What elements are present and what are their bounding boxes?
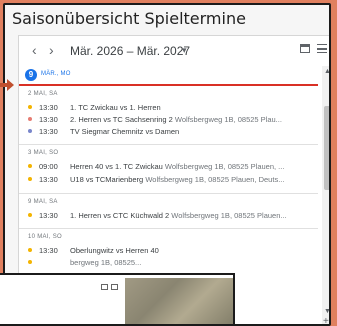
event-time: 13:30 <box>39 211 58 220</box>
day-header: 3 MAI, SO <box>28 150 59 156</box>
today-marker: 9 MÄR., MO <box>19 69 329 81</box>
window-icon[interactable] <box>111 284 118 290</box>
list-item[interactable]: 13:30 Oberlungwitz vs Herren 40 <box>28 245 318 256</box>
event-color-dot <box>28 177 32 181</box>
day-header: 9 MAI, SA <box>28 199 58 205</box>
event-color-dot <box>28 117 32 121</box>
list-item[interactable]: bergweg 1B, 08525... <box>28 257 318 268</box>
event-color-dot <box>28 260 32 264</box>
chevron-right-icon[interactable]: › <box>49 43 54 57</box>
list-item[interactable]: 13:30 U18 vs TCMarienberg Wolfsbergweg 1… <box>28 174 318 185</box>
scroll-up-icon[interactable]: ▲ <box>324 68 329 75</box>
add-event-button[interactable]: + <box>323 316 329 324</box>
list-item[interactable]: 09:00 Herren 40 vs 1. TC Zwickau Wolfsbe… <box>28 161 318 172</box>
event-time: 09:00 <box>39 162 58 171</box>
panel-title: Saisonübersicht Spieltermine <box>12 9 246 28</box>
day-header: 2 MAI, SA <box>28 91 58 97</box>
event-location: Wolfsbergweg 1B, 08525 Plau... <box>174 115 282 124</box>
event-title: 1. TC Zwickau vs 1. Herren <box>70 103 161 112</box>
day-divider <box>19 228 318 229</box>
event-location: bergweg 1B, 08525... <box>70 258 142 267</box>
scroll-down-icon[interactable]: ▼ <box>324 308 329 315</box>
today-date-badge: 9 <box>25 69 37 81</box>
event-color-dot <box>28 248 32 252</box>
scrollbar[interactable]: ▲ ▼ + <box>322 66 329 324</box>
event-time: 13:30 <box>39 127 58 136</box>
today-label: MÄR., MO <box>41 71 71 77</box>
event-location: Wolfsbergweg 1B, 08525 Plauen... <box>171 211 287 220</box>
event-title: Herren 40 vs 1. TC Zwickau <box>70 162 163 171</box>
now-indicator-line <box>19 84 318 86</box>
chevron-left-icon[interactable]: ‹ <box>32 43 37 57</box>
event-time: 13:30 <box>39 103 58 112</box>
event-color-dot <box>28 129 32 133</box>
photo-thumbnail <box>125 278 233 324</box>
event-title: 2. Herren vs TC Sachsenring 2 <box>70 115 173 124</box>
event-location: Wolfsbergweg 1B, 08525 Plauen, ... <box>164 162 285 171</box>
day-header: 10 MAI, SO <box>28 234 63 240</box>
calendar-toolbar: ‹ › Mär. 2026 – Mär. 2027 ▾ <box>19 36 329 66</box>
event-title: U18 vs TCMarienberg <box>70 175 144 184</box>
event-title: Oberlungwitz vs Herren 40 <box>70 246 159 255</box>
overlay-window <box>0 273 235 326</box>
event-time: 13:30 <box>39 115 58 124</box>
day-divider <box>19 193 318 194</box>
list-view-icon[interactable] <box>317 44 327 53</box>
list-item[interactable]: 13:30 2. Herren vs TC Sachsenring 2 Wolf… <box>28 114 318 125</box>
event-color-dot <box>28 105 32 109</box>
calendar-icon[interactable] <box>300 44 310 53</box>
event-location: Wolfsbergweg 1B, 08525 Plauen, Deuts... <box>145 175 285 184</box>
event-time: 13:30 <box>39 246 58 255</box>
arrow-right-icon <box>0 79 14 91</box>
list-item[interactable]: 13:30 1. Herren vs CTC Küchwald 2 Wolfsb… <box>28 210 318 221</box>
chevron-down-icon[interactable]: ▾ <box>182 45 187 56</box>
event-title: TV Siegmar Chemnitz vs Damen <box>70 127 180 136</box>
event-time: 13:30 <box>39 175 58 184</box>
window-icon[interactable] <box>101 284 108 290</box>
event-color-dot <box>28 164 32 168</box>
event-color-dot <box>28 213 32 217</box>
event-title: 1. Herren vs CTC Küchwald 2 <box>70 211 170 220</box>
list-item[interactable]: 13:30 TV Siegmar Chemnitz vs Damen <box>28 126 318 137</box>
day-divider <box>19 144 318 145</box>
scrollbar-thumb[interactable] <box>324 106 329 190</box>
list-item[interactable]: 13:30 1. TC Zwickau vs 1. Herren <box>28 102 318 113</box>
date-range-label[interactable]: Mär. 2026 – Mär. 2027 <box>70 44 190 58</box>
